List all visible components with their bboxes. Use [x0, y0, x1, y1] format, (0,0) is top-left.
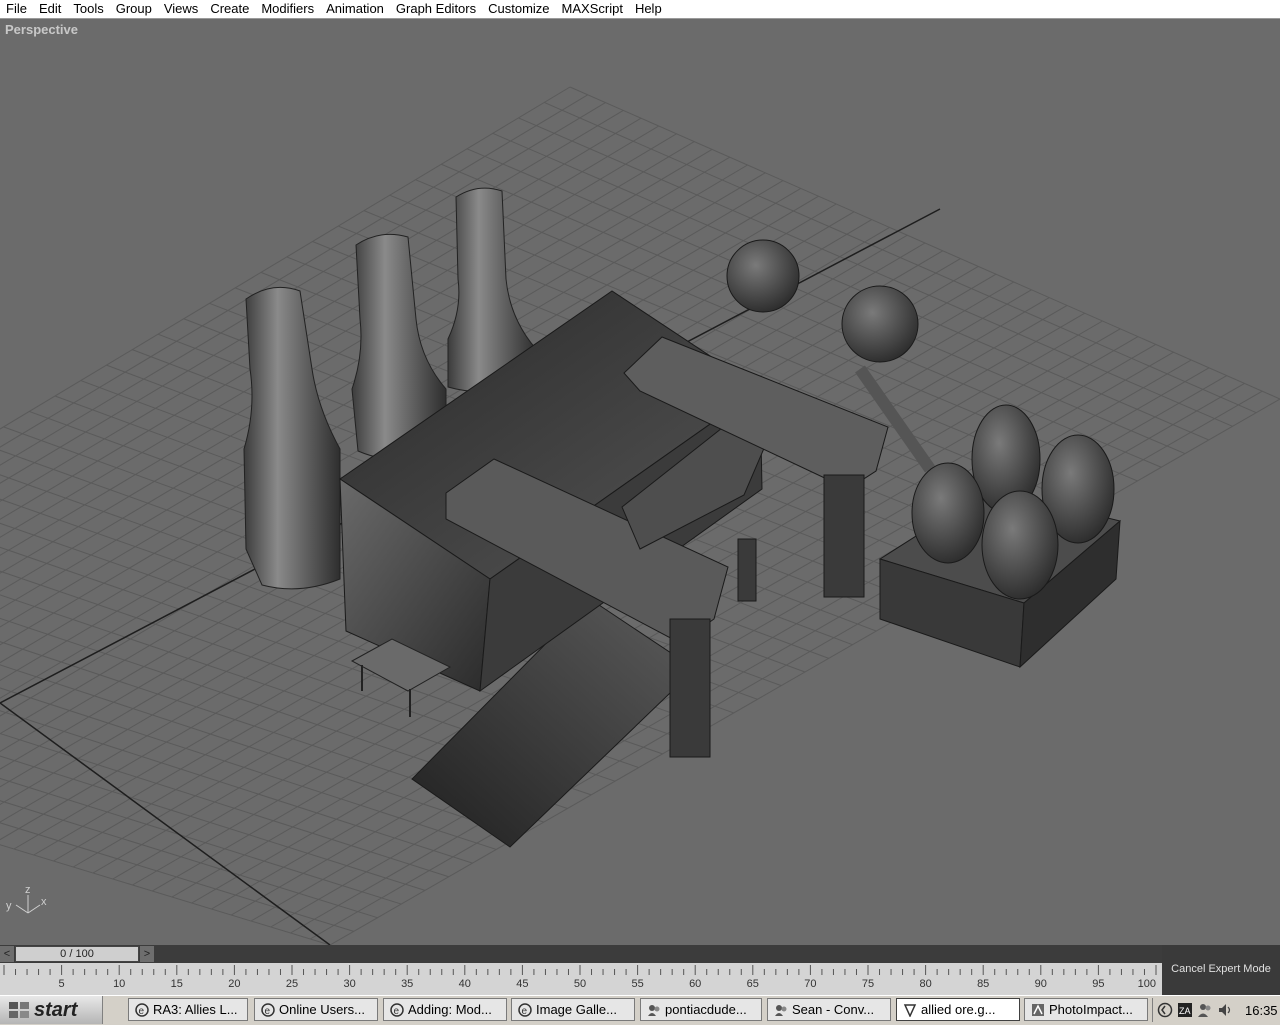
axis-label-z: z [25, 884, 31, 896]
taskbar-button-label: RA3: Allies L... [153, 1002, 238, 1017]
messenger-icon [648, 1004, 660, 1016]
cancel-expert-mode-button[interactable]: Cancel Expert Mode [1164, 960, 1278, 978]
menu-group[interactable]: Group [110, 0, 158, 18]
menu-edit[interactable]: Edit [33, 0, 67, 18]
track-tick-label: 100 [1138, 978, 1156, 990]
sphere-1 [726, 239, 800, 313]
track-tick-label: 60 [689, 978, 701, 990]
axis-label-x: x [41, 896, 47, 908]
max-icon [903, 1003, 917, 1017]
menu-tools[interactable]: Tools [67, 0, 109, 18]
taskbar-button-image-gallery[interactable]: e Image Galle... [511, 998, 635, 1021]
taskbar-button-label: PhotoImpact... [1049, 1002, 1133, 1017]
taskbar-button-sean-conversation[interactable]: Sean - Conv... [767, 998, 891, 1021]
messenger-tray-icon[interactable] [1197, 1002, 1213, 1018]
time-slider-prev-button[interactable]: < [0, 946, 14, 962]
track-tick-label: 35 [401, 978, 413, 990]
track-tick-label: 15 [171, 978, 183, 990]
svg-text:e: e [265, 1006, 271, 1017]
zonealarm-label: ZA [1179, 1006, 1191, 1016]
ore-chunk-3 [911, 462, 985, 564]
svg-text:e: e [522, 1006, 528, 1017]
taskbar-button-label: Sean - Conv... [792, 1002, 875, 1017]
silo-tower-1 [243, 286, 341, 590]
menu-graph-editors[interactable]: Graph Editors [390, 0, 482, 18]
grid-line [0, 822, 354, 932]
perspective-viewport[interactable]: z x y Perspective [0, 19, 1280, 945]
track-tick-label: 95 [1092, 978, 1104, 990]
menu-customize[interactable]: Customize [482, 0, 555, 18]
menu-help[interactable]: Help [629, 0, 668, 18]
viewport-scene[interactable]: z x y [0, 19, 1280, 945]
track-bar-ruler: 5 10 15 20 25 30 35 40 45 50 55 60 65 70 75 80 85 90 95 100 [3, 965, 1157, 990]
track-tick-label: 10 [113, 978, 125, 990]
ore-chunk-4 [981, 490, 1059, 600]
network-icon[interactable] [1157, 1002, 1173, 1018]
menu-bar: File Edit Tools Group Views Create Modif… [0, 0, 1280, 19]
ie-icon: e [518, 1002, 532, 1017]
track-tick-label: 45 [516, 978, 528, 990]
menu-maxscript[interactable]: MAXScript [556, 0, 629, 18]
photoimpact-icon [1032, 1003, 1044, 1016]
track-tick-label: 25 [286, 978, 298, 990]
menu-modifiers[interactable]: Modifiers [255, 0, 320, 18]
ore-refinery-model[interactable] [243, 187, 1122, 848]
messenger-icon [775, 1004, 787, 1016]
track-tick-label: 20 [228, 978, 240, 990]
taskbar-button-pontiacdude[interactable]: pontiacdude... [640, 998, 762, 1021]
time-slider-thumb[interactable]: 0 / 100 [15, 946, 139, 962]
volume-icon[interactable] [1217, 1002, 1233, 1018]
gantry-leg-3 [737, 538, 757, 602]
svg-text:e: e [394, 1006, 400, 1017]
zonealarm-icon[interactable]: ZA [1177, 1002, 1193, 1018]
time-slider-track[interactable] [0, 945, 1162, 963]
windows-flag-icon [9, 1002, 29, 1018]
taskbar-button-ra3-allies[interactable]: e RA3: Allies L... [128, 998, 248, 1021]
grid-axis-line-2 [0, 702, 331, 945]
taskbar-button-adding-mod[interactable]: e Adding: Mod... [383, 998, 507, 1021]
track-tick-label: 30 [343, 978, 355, 990]
gantry-leg-2 [823, 474, 865, 598]
svg-text:e: e [139, 1006, 145, 1017]
track-tick-label: 90 [1035, 978, 1047, 990]
ie-icon: e [135, 1002, 149, 1017]
taskbar-button-label: pontiacdude... [665, 1002, 747, 1017]
track-tick-label: 85 [977, 978, 989, 990]
track-tick-label: 50 [574, 978, 586, 990]
ie-icon: e [261, 1002, 275, 1017]
ie-icon: e [390, 1002, 404, 1017]
track-tick-label: 75 [862, 978, 874, 990]
sphere-2 [841, 285, 919, 363]
track-tick-label: 5 [59, 978, 65, 990]
taskbar-button-online-users[interactable]: e Online Users... [254, 998, 378, 1021]
start-label: start [34, 998, 78, 1021]
viewport-label[interactable]: Perspective [5, 22, 78, 37]
taskbar-button-photoimpact[interactable]: PhotoImpact... [1024, 998, 1148, 1021]
gantry-leg-1 [669, 618, 711, 758]
taskbar-button-allied-ore-max[interactable]: allied ore.g... [896, 998, 1020, 1021]
system-tray: ZA 16:35 [1152, 998, 1280, 1022]
taskbar-button-label: Online Users... [279, 1002, 365, 1017]
track-tick-label: 80 [919, 978, 931, 990]
axis-label-y: y [6, 900, 12, 912]
menu-views[interactable]: Views [158, 0, 204, 18]
menu-file[interactable]: File [0, 0, 33, 18]
view-axis-tripod: z x y [6, 884, 47, 914]
taskbar-button-label: Image Galle... [536, 1002, 617, 1017]
menu-animation[interactable]: Animation [320, 0, 390, 18]
menu-create[interactable]: Create [204, 0, 255, 18]
track-tick-label: 65 [747, 978, 759, 990]
track-tick-label: 55 [631, 978, 643, 990]
clock[interactable]: 16:35 [1245, 1003, 1278, 1018]
track-tick-label: 70 [804, 978, 816, 990]
start-button[interactable]: start [0, 996, 103, 1024]
time-slider-next-button[interactable]: > [140, 946, 154, 962]
taskbar-button-label: allied ore.g... [921, 1002, 996, 1017]
taskbar-button-label: Adding: Mod... [408, 1002, 492, 1017]
track-bar[interactable]: 5 10 15 20 25 30 35 40 45 50 55 60 65 70 75 80 85 90 95 100 [0, 963, 1162, 995]
track-tick-label: 40 [459, 978, 471, 990]
